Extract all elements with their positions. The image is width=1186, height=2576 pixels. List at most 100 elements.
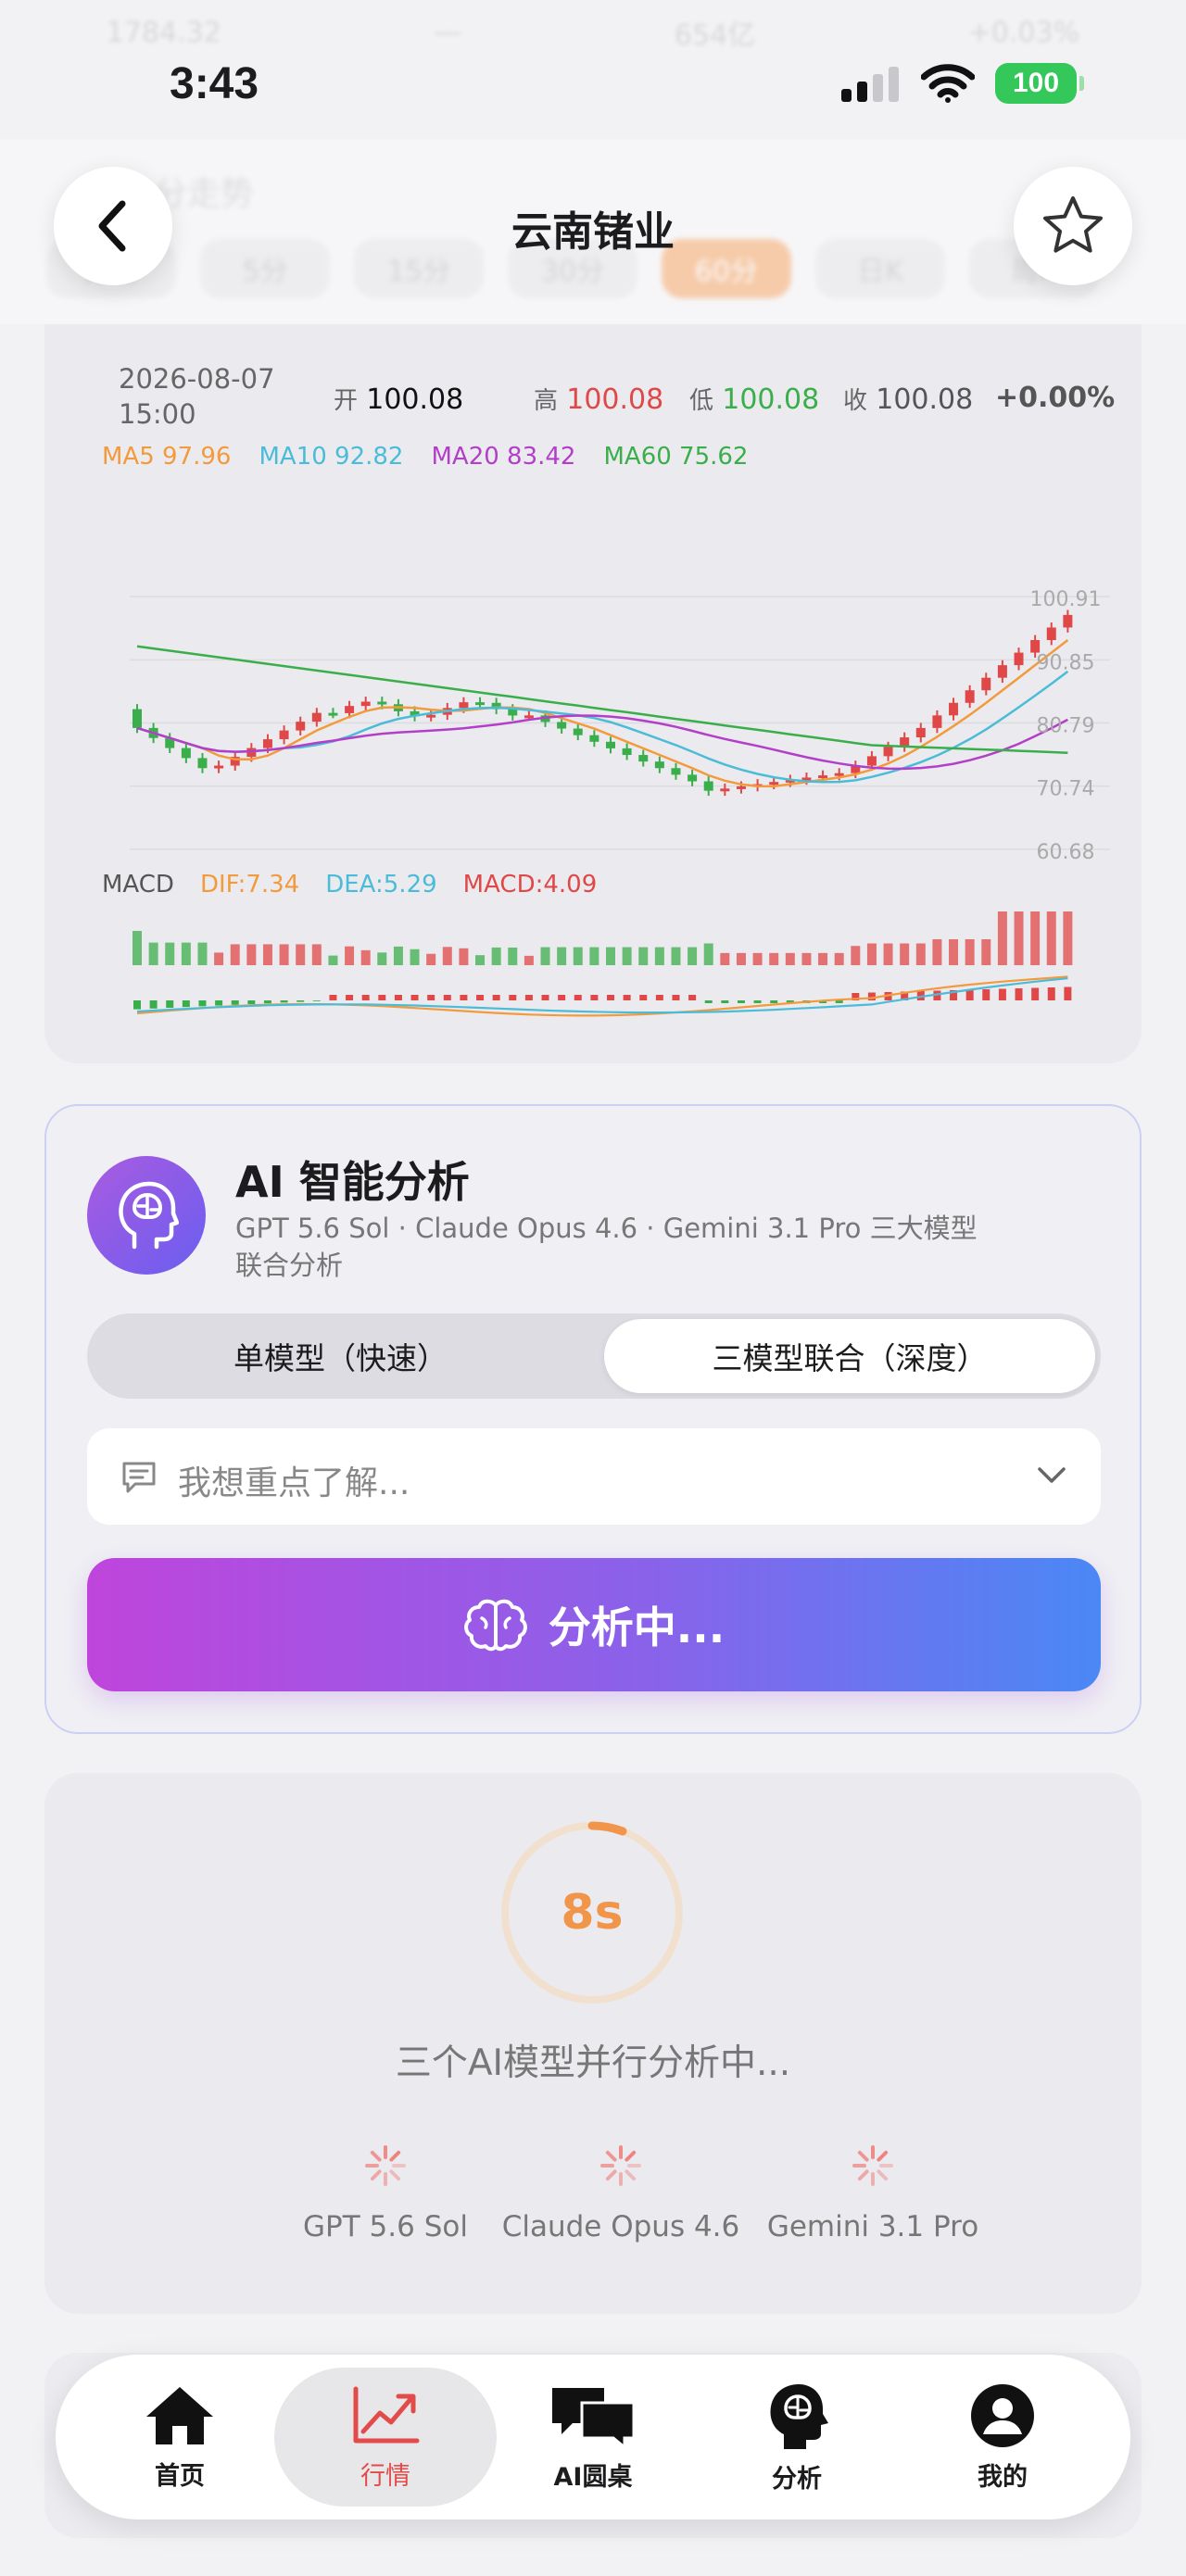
dea-line bbox=[136, 977, 1068, 1014]
candle-body bbox=[328, 712, 338, 716]
volume-bar bbox=[1030, 911, 1041, 965]
candle-body bbox=[296, 722, 306, 731]
volume-bar bbox=[426, 953, 436, 965]
macd-bar bbox=[737, 1000, 745, 1003]
ai-analysis-card: AI 智能分析 GPT 5.6 Sol · Claude Opus 4.6 · … bbox=[44, 1104, 1142, 1734]
candle-body bbox=[573, 728, 583, 735]
volume-bar bbox=[557, 947, 567, 965]
macd-bar bbox=[361, 995, 370, 1000]
tab-home[interactable]: 首页 bbox=[69, 2368, 291, 2507]
macd-bar bbox=[1031, 987, 1040, 1000]
dif-label: DIF:7.34 bbox=[199, 871, 300, 898]
quote-datetime: 2026-08-07 15:00 bbox=[119, 361, 304, 432]
close-label: 收 bbox=[843, 387, 868, 415]
volume-bar bbox=[932, 939, 942, 965]
volume-bar bbox=[475, 955, 486, 965]
favorite-button[interactable] bbox=[1014, 167, 1132, 285]
mode-single-option[interactable]: 单模型（快速） bbox=[87, 1313, 594, 1399]
quote-close: 收 100.08 bbox=[843, 382, 973, 416]
macd-bar bbox=[427, 995, 435, 1000]
candle-body bbox=[589, 735, 599, 742]
macd-bar bbox=[524, 995, 533, 1000]
candle-body bbox=[981, 677, 991, 691]
volume-bar bbox=[296, 944, 306, 965]
volume-bar bbox=[491, 947, 501, 965]
candle-body bbox=[818, 775, 828, 779]
tab-analysis[interactable]: 分析 bbox=[686, 2368, 908, 2507]
candle-body bbox=[311, 712, 322, 723]
chat-bubbles-icon bbox=[552, 2387, 636, 2449]
volume-bar bbox=[328, 955, 338, 965]
focus-select[interactable]: 我想重点了解... bbox=[87, 1428, 1101, 1525]
price-tick-label: 90.85 bbox=[1037, 651, 1095, 674]
macd-bar bbox=[215, 1000, 223, 1006]
tab-label: AI圆桌 bbox=[553, 2462, 633, 2492]
volume-bar bbox=[785, 952, 795, 965]
macd-bar bbox=[509, 995, 517, 1000]
candle-body bbox=[932, 715, 942, 728]
model-item-gemini: Gemini 3.1 Pro bbox=[734, 2143, 1012, 2243]
price-tick-label: 80.79 bbox=[1037, 715, 1095, 738]
volume-bar bbox=[703, 943, 713, 965]
spinner-icon bbox=[852, 2145, 893, 2186]
tab-ai-roundtable[interactable]: AI圆桌 bbox=[482, 2368, 704, 2507]
trending-up-icon bbox=[353, 2386, 420, 2443]
candle-body bbox=[279, 730, 289, 740]
mode-triple-option[interactable]: 三模型联合（深度） bbox=[604, 1319, 1095, 1393]
volume-bar bbox=[638, 947, 649, 965]
volume-bar bbox=[148, 942, 158, 965]
candle-body bbox=[181, 748, 191, 759]
volume-bar bbox=[720, 952, 730, 965]
mode-segmented-control: 单模型（快速） 三模型联合（深度） bbox=[87, 1313, 1101, 1399]
volume-bar bbox=[540, 947, 550, 965]
volume-bar bbox=[132, 931, 142, 965]
ma5-label: MA5 97.96 bbox=[102, 443, 232, 471]
ai-title: AI 智能分析 bbox=[235, 1157, 470, 1207]
progress-card: 8s 三个AI模型并行分析中... GPT 5.6 Sol Claude Opu… bbox=[44, 1773, 1142, 2314]
candle-body bbox=[720, 788, 730, 792]
candle-body bbox=[1014, 652, 1024, 666]
volume-bar bbox=[524, 955, 534, 965]
spinner-icon bbox=[365, 2145, 406, 2186]
candle-body bbox=[769, 782, 779, 785]
price-tick-label: 100.91 bbox=[1030, 588, 1102, 611]
macd-bar bbox=[166, 1000, 174, 1008]
volume-bar bbox=[345, 946, 355, 965]
analyze-button[interactable]: 分析中... bbox=[87, 1558, 1101, 1691]
tab-label: 首页 bbox=[155, 2461, 205, 2491]
low-label: 低 bbox=[689, 387, 714, 415]
volume-bar bbox=[1014, 911, 1024, 965]
candle-body bbox=[703, 781, 713, 791]
macd-bar bbox=[1015, 988, 1023, 1000]
candle-body bbox=[214, 765, 224, 769]
macd-bar bbox=[476, 995, 485, 1000]
candle-body bbox=[965, 690, 975, 703]
chevron-down-icon bbox=[1038, 1467, 1066, 1483]
candle-body bbox=[834, 773, 844, 776]
volume-bar bbox=[866, 943, 877, 965]
dea-label: DEA:5.29 bbox=[325, 871, 437, 898]
macd-bar bbox=[982, 989, 990, 1000]
volume-bar bbox=[246, 944, 257, 965]
tab-profile[interactable]: 我的 bbox=[891, 2368, 1114, 2507]
open-value: 100.08 bbox=[366, 383, 464, 416]
volume-bar bbox=[410, 949, 420, 965]
macd-bar bbox=[607, 995, 614, 1000]
macd-bar bbox=[688, 995, 697, 1000]
model-label: Gemini 3.1 Pro bbox=[766, 2210, 979, 2243]
macd-bar bbox=[965, 989, 974, 1000]
candle-body bbox=[360, 701, 371, 707]
candle-body bbox=[883, 747, 893, 757]
macd-bar bbox=[574, 995, 582, 1000]
tab-market[interactable]: 行情 bbox=[274, 2368, 497, 2507]
macd-bar bbox=[704, 1000, 713, 1003]
macd-bar bbox=[410, 995, 419, 1000]
volume-bar bbox=[311, 944, 322, 965]
macd-bar bbox=[443, 995, 451, 1000]
macd-title: MACD bbox=[102, 871, 174, 898]
high-label: 高 bbox=[534, 387, 559, 415]
kline-chart[interactable]: 100.91 90.85 80.79 70.74 60.68 bbox=[83, 472, 1112, 1028]
brain-icon bbox=[463, 1599, 527, 1652]
volume-bar bbox=[214, 952, 224, 965]
candle-body bbox=[524, 715, 534, 719]
